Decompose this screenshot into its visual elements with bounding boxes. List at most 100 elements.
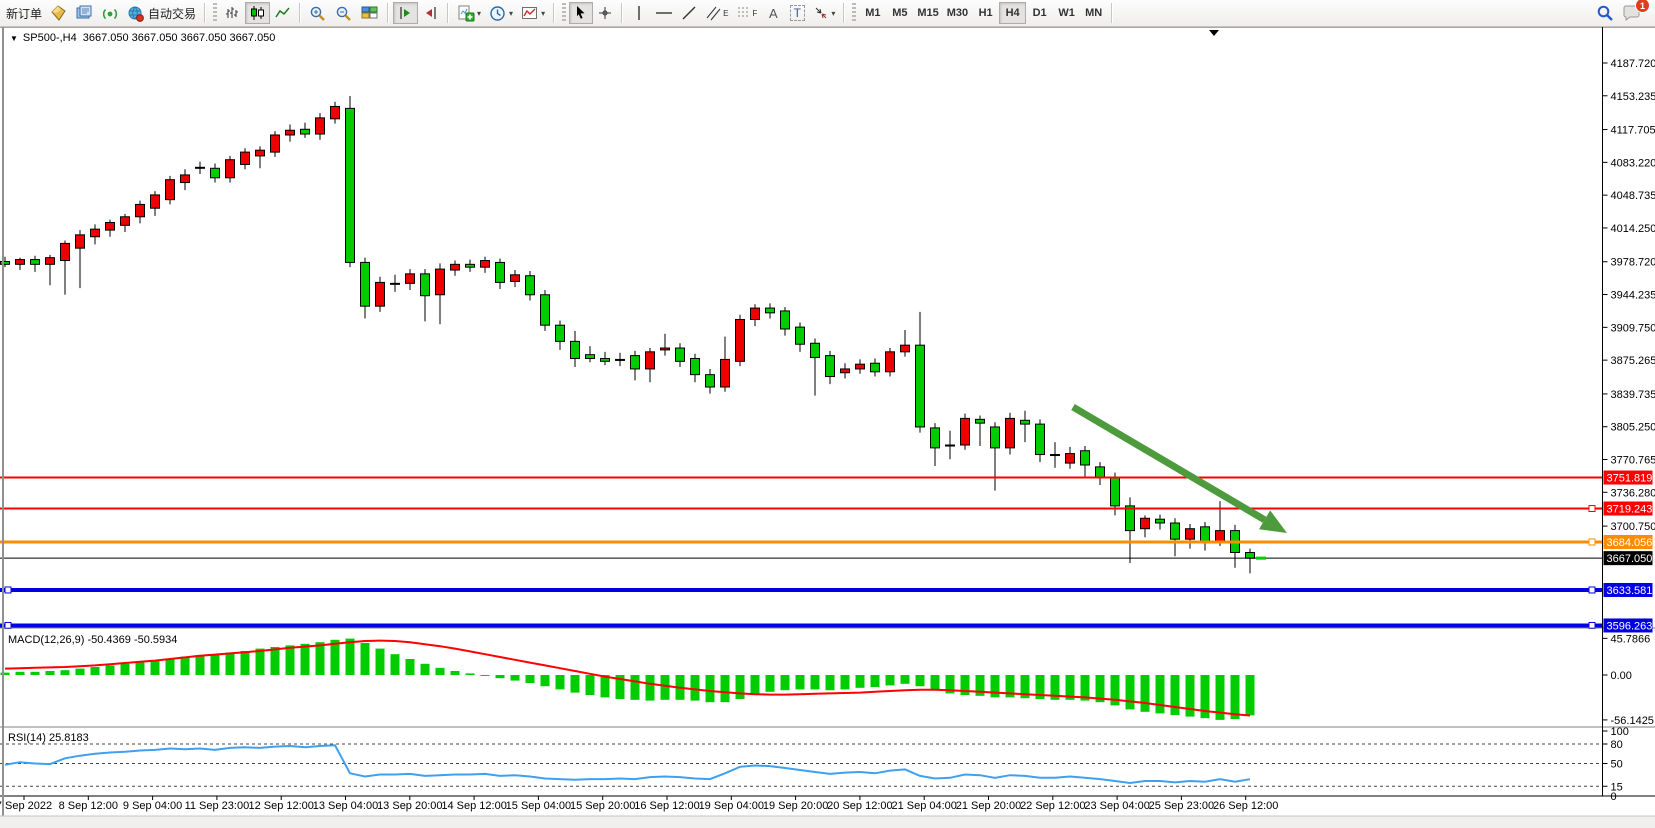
price-tick-label: 4153.235 bbox=[1611, 91, 1655, 103]
crosshair-button[interactable] bbox=[593, 2, 617, 24]
macd-histogram-bar bbox=[826, 675, 835, 690]
tile-windows-button[interactable] bbox=[357, 2, 383, 24]
bar-chart-button[interactable] bbox=[220, 2, 245, 24]
macd-histogram-bar bbox=[916, 675, 925, 686]
equidistant-channel-button[interactable]: E bbox=[701, 2, 732, 24]
macd-histogram-bar bbox=[391, 654, 400, 675]
navigator-button[interactable] bbox=[71, 2, 97, 24]
candle-body bbox=[1201, 527, 1210, 542]
macd-histogram-bar bbox=[166, 659, 175, 675]
zoom-out-button[interactable] bbox=[331, 2, 357, 24]
label-tool-icon: T bbox=[790, 5, 805, 21]
candlestick-chart-button[interactable] bbox=[245, 2, 270, 24]
vertical-line-button[interactable] bbox=[627, 2, 651, 24]
candlestick-chart-icon bbox=[249, 5, 266, 21]
candle-body bbox=[241, 152, 250, 164]
price-tick-label: 4048.735 bbox=[1611, 190, 1655, 202]
macd-histogram-bar bbox=[301, 644, 310, 675]
timeframe-m5[interactable]: M5 bbox=[886, 2, 913, 24]
macd-histogram-bar bbox=[736, 675, 745, 699]
macd-histogram-bar bbox=[796, 675, 805, 689]
macd-histogram-bar bbox=[841, 675, 850, 689]
macd-histogram-bar bbox=[661, 675, 670, 700]
search-button[interactable] bbox=[1592, 2, 1618, 24]
periods-button[interactable]: ▾ bbox=[485, 2, 517, 24]
timeframe-mn[interactable]: MN bbox=[1080, 2, 1107, 24]
indicators-button[interactable]: ▾ bbox=[453, 2, 485, 24]
chart-shift-button[interactable] bbox=[418, 2, 443, 24]
macd-histogram-bar bbox=[346, 639, 355, 675]
macd-tick-label: 45.7866 bbox=[1611, 633, 1651, 645]
timeframe-h4[interactable]: H4 bbox=[999, 2, 1026, 24]
timeframe-m30[interactable]: M30 bbox=[943, 2, 972, 24]
fibonacci-button[interactable]: F bbox=[732, 2, 761, 24]
time-tick-label: 25 Sep 23:00 bbox=[1149, 800, 1214, 812]
time-tick-label: 20 Sep 12:00 bbox=[827, 800, 892, 812]
dropdown-caret: ▾ bbox=[509, 9, 513, 18]
auto-trading-button[interactable]: 自动交易 bbox=[123, 2, 200, 24]
trendline-button[interactable] bbox=[677, 2, 701, 24]
time-tick-label: 15 Sep 20:00 bbox=[570, 800, 635, 812]
timeframe-m15[interactable]: M15 bbox=[913, 2, 942, 24]
candle-body bbox=[1066, 454, 1075, 464]
line-handle[interactable] bbox=[1589, 539, 1595, 545]
periods-icon bbox=[489, 5, 507, 22]
cursor-button[interactable] bbox=[569, 2, 593, 24]
macd-histogram-bar bbox=[286, 645, 295, 675]
chart-shift-marker[interactable] bbox=[1209, 30, 1219, 36]
line-handle[interactable] bbox=[1589, 587, 1595, 593]
macd-histogram-bar bbox=[556, 675, 565, 689]
horizontal-line-button[interactable] bbox=[651, 2, 677, 24]
candle-body bbox=[301, 129, 310, 134]
candle-body bbox=[406, 274, 415, 284]
new-order-button[interactable]: 新订单 bbox=[2, 2, 46, 24]
timeframe-w1[interactable]: W1 bbox=[1053, 2, 1080, 24]
search-icon bbox=[1596, 4, 1614, 22]
macd-histogram-bar bbox=[196, 655, 205, 675]
macd-histogram-bar bbox=[256, 649, 265, 675]
macd-histogram-bar bbox=[436, 668, 445, 675]
line-handle[interactable] bbox=[5, 587, 11, 593]
market-watch-button[interactable] bbox=[46, 2, 71, 24]
collapse-icon[interactable]: ▼ bbox=[10, 34, 18, 43]
auto-scroll-button[interactable] bbox=[393, 2, 418, 24]
line-handle[interactable] bbox=[1589, 506, 1595, 512]
macd-histogram-bar bbox=[1231, 675, 1240, 719]
candle-body bbox=[631, 356, 640, 369]
candle-body bbox=[481, 261, 490, 268]
templates-button[interactable]: ▾ bbox=[517, 2, 549, 24]
macd-histogram-bar bbox=[136, 662, 145, 675]
trend-arrow-line[interactable] bbox=[1073, 407, 1265, 520]
equidistant-channel-icon bbox=[705, 5, 723, 21]
timeframe-h1[interactable]: H1 bbox=[972, 2, 999, 24]
auto-scroll-icon bbox=[397, 5, 414, 21]
candle-body bbox=[766, 308, 775, 313]
text-label-button[interactable]: T bbox=[785, 2, 809, 24]
toolbar-separator bbox=[204, 3, 206, 23]
timeframe-d1[interactable]: D1 bbox=[1026, 2, 1053, 24]
chart-canvas[interactable]: 4187.7204153.2354117.7054083.2204048.735… bbox=[0, 27, 1655, 828]
time-tick-label: 21 Sep 20:00 bbox=[956, 800, 1021, 812]
candle-body bbox=[541, 295, 550, 325]
macd-histogram-bar bbox=[76, 669, 85, 675]
time-tick-label: 13 Sep 20:00 bbox=[377, 800, 442, 812]
text-tool-icon: A bbox=[769, 6, 778, 21]
price-tick-label: 3875.265 bbox=[1611, 355, 1655, 367]
auto-trading-icon bbox=[127, 5, 145, 22]
zoom-in-button[interactable] bbox=[305, 2, 331, 24]
arrows-button[interactable]: ▾ bbox=[809, 2, 839, 24]
candle-body bbox=[721, 359, 730, 387]
candle-body bbox=[91, 229, 100, 237]
line-chart-button[interactable] bbox=[270, 2, 295, 24]
macd-histogram-bar bbox=[421, 664, 430, 675]
macd-histogram-bar bbox=[526, 675, 535, 683]
time-tick-label: 11 Sep 23:00 bbox=[185, 800, 250, 812]
timeframe-m1[interactable]: M1 bbox=[859, 2, 886, 24]
time-tick-label: 14 Sep 12:00 bbox=[441, 800, 506, 812]
toolbar-separator bbox=[447, 3, 449, 23]
candle-body bbox=[1171, 523, 1180, 539]
text-button[interactable]: A bbox=[761, 2, 785, 24]
price-tick-label: 3700.750 bbox=[1611, 521, 1655, 533]
signals-button[interactable] bbox=[97, 2, 123, 24]
macd-histogram-bar bbox=[901, 675, 910, 684]
